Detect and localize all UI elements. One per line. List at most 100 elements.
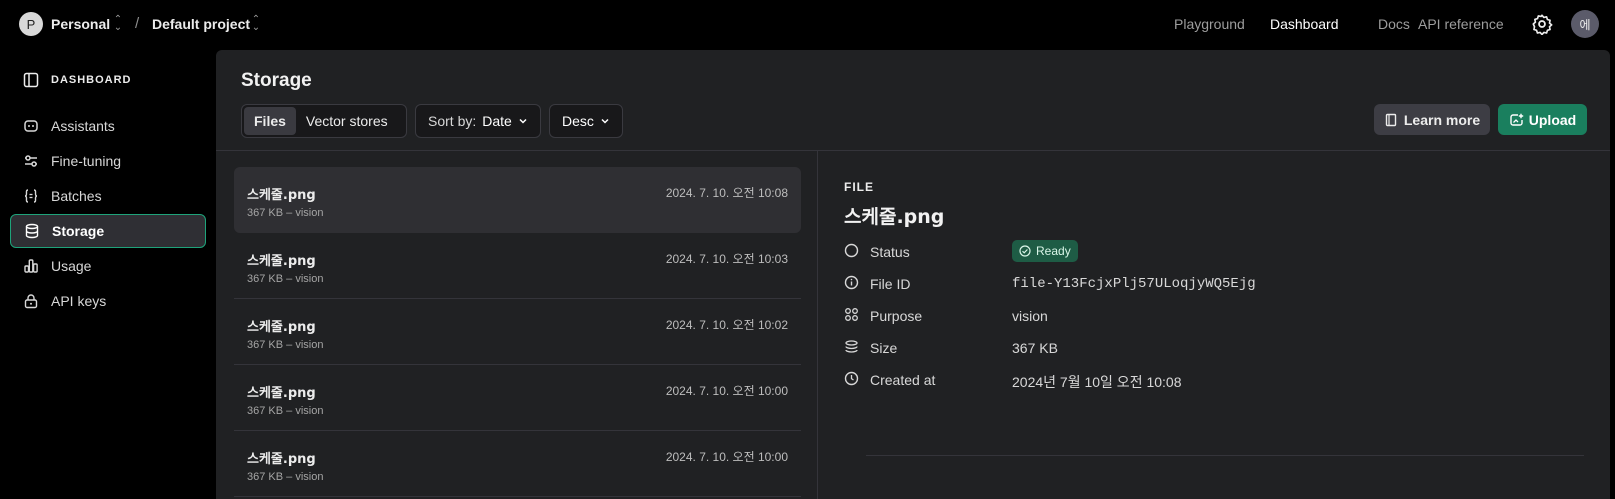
file-date: 2024. 7. 10. 오전 10:08 xyxy=(665,186,788,200)
chevron-updown-icon[interactable]: ⌃ ⌄ xyxy=(113,15,123,33)
gear-icon[interactable] xyxy=(1531,13,1553,35)
learn-more-button[interactable]: Learn more xyxy=(1374,104,1490,135)
bar-chart-icon xyxy=(24,259,38,273)
sidebar-item-batches[interactable]: Batches xyxy=(10,179,206,213)
sidebar-item-label: API keys xyxy=(51,293,107,309)
order-dropdown[interactable]: Desc xyxy=(549,104,623,138)
file-meta: 367 KB – vision xyxy=(247,471,324,483)
file-meta: 367 KB – vision xyxy=(247,207,324,219)
file-date: 2024. 7. 10. 오전 10:00 xyxy=(665,384,788,398)
grid-icon xyxy=(845,308,858,321)
purpose-value: vision xyxy=(1012,308,1048,324)
stack-icon xyxy=(845,340,858,353)
top-bar: P Personal ⌃ ⌄ / Default project ⌃ ⌄ Playg… xyxy=(0,0,1615,48)
file-id-value[interactable]: file-Y13FcjxPlj57ULoqjyWQ5Ejg xyxy=(1012,276,1256,292)
lock-icon xyxy=(24,294,38,309)
tab-files[interactable]: Files xyxy=(244,107,296,135)
file-date: 2024. 7. 10. 오전 10:03 xyxy=(665,252,788,266)
file-meta: 367 KB – vision xyxy=(247,405,324,417)
file-date: 2024. 7. 10. 오전 10:02 xyxy=(665,318,788,332)
file-meta: 367 KB – vision xyxy=(247,339,324,351)
org-switcher[interactable]: Personal xyxy=(51,16,110,32)
file-row[interactable]: 스케줄.png 367 KB – vision 2024. 7. 10. 오전 … xyxy=(234,233,801,299)
info-icon xyxy=(844,275,859,290)
file-row[interactable]: 스케줄.png 367 KB – vision 2024. 7. 10. 오전 … xyxy=(234,167,801,233)
divider xyxy=(866,455,1584,456)
book-icon xyxy=(1385,113,1397,126)
purpose-row: Purpose vision xyxy=(844,300,1584,332)
file-id-row: File ID file-Y13FcjxPlj57ULoqjyWQ5Ejg xyxy=(844,268,1584,300)
storage-panel: Storage Files Vector stores Sort by: Dat… xyxy=(216,50,1610,499)
sort-value: Date xyxy=(482,113,512,129)
sort-dropdown[interactable]: Sort by: Date xyxy=(415,104,541,138)
sidebar-toggle-icon[interactable] xyxy=(23,72,39,88)
detail-title: 스케줄.png xyxy=(844,206,945,228)
file-name: 스케줄.png xyxy=(247,386,316,401)
created-value: 2024년 7월 10일 오전 10:08 xyxy=(1012,374,1182,390)
sidebar-item-api-keys[interactable]: API keys xyxy=(10,284,206,318)
file-name: 스케줄.png xyxy=(247,452,316,467)
size-value: 367 KB xyxy=(1012,340,1058,356)
sidebar-item-label: Assistants xyxy=(51,118,115,134)
purpose-label: Purpose xyxy=(870,308,923,324)
sidebar-item-fine-tuning[interactable]: Fine-tuning xyxy=(10,144,206,178)
sidebar: DASHBOARD Assistants Fine-tuning Batches… xyxy=(0,48,216,499)
created-row: Created at 2024년 7월 10일 오전 10:08 xyxy=(844,364,1584,396)
project-switcher[interactable]: Default project xyxy=(152,16,250,32)
user-avatar[interactable]: 에 xyxy=(1571,10,1599,38)
upload-icon xyxy=(1510,113,1523,126)
file-name: 스케줄.png xyxy=(247,188,316,203)
file-name: 스케줄.png xyxy=(247,320,316,335)
breadcrumb-separator: / xyxy=(135,15,140,32)
file-row[interactable]: 스케줄.png 367 KB – vision 2024. 7. 10. 오전 … xyxy=(234,365,801,431)
sidebar-item-label: Batches xyxy=(51,188,102,204)
created-label: Created at xyxy=(870,372,936,388)
file-id-label: File ID xyxy=(870,276,911,292)
detail-kicker: FILE xyxy=(844,180,874,194)
file-name: 스케줄.png xyxy=(247,254,316,269)
order-value: Desc xyxy=(562,113,594,129)
org-avatar[interactable]: P xyxy=(19,12,43,36)
file-meta: 367 KB – vision xyxy=(247,273,324,285)
check-circle-icon xyxy=(1019,245,1031,257)
chevron-updown-icon[interactable]: ⌃ ⌄ xyxy=(251,15,261,33)
divider xyxy=(817,151,818,499)
clock-icon xyxy=(844,371,859,386)
storage-tabs: Files Vector stores xyxy=(241,104,407,138)
size-row: Size 367 KB xyxy=(844,332,1584,364)
status-label: Status xyxy=(870,244,910,260)
nav-playground[interactable]: Playground xyxy=(1174,16,1245,32)
file-detail: FILE 스케줄.png Status Ready File ID file-Y… xyxy=(844,180,1584,456)
nav-api-reference[interactable]: API reference xyxy=(1418,16,1504,32)
divider xyxy=(216,150,1610,151)
file-row[interactable]: 스케줄.png 367 KB – vision 2024. 7. 10. 오전 … xyxy=(234,299,801,365)
status-row: Status Ready xyxy=(844,236,1584,268)
sidebar-item-usage[interactable]: Usage xyxy=(10,249,206,283)
chevron-down-icon xyxy=(519,118,527,124)
braces-icon xyxy=(24,189,38,203)
sidebar-header: DASHBOARD xyxy=(23,72,132,88)
file-list: 스케줄.png 367 KB – vision 2024. 7. 10. 오전 … xyxy=(234,167,801,497)
file-row[interactable]: 스케줄.png 367 KB – vision 2024. 7. 10. 오전 … xyxy=(234,431,801,497)
nav-docs[interactable]: Docs xyxy=(1378,16,1410,32)
size-label: Size xyxy=(870,340,898,356)
sliders-icon xyxy=(25,155,37,167)
upload-button[interactable]: Upload xyxy=(1498,104,1587,135)
chevron-down-icon xyxy=(601,118,609,124)
nav-dashboard[interactable]: Dashboard xyxy=(1270,16,1339,32)
learn-more-label: Learn more xyxy=(1403,111,1481,128)
sidebar-item-storage[interactable]: Storage xyxy=(10,214,206,248)
sidebar-item-label: Fine-tuning xyxy=(51,153,122,169)
sidebar-item-label: Usage xyxy=(51,258,92,274)
tab-vector-stores[interactable]: Vector stores xyxy=(296,107,398,135)
status-value: Ready xyxy=(1036,244,1071,258)
robot-icon xyxy=(24,120,38,132)
database-icon xyxy=(25,223,39,239)
detail-fields: Status Ready File ID file-Y13FcjxPlj57UL… xyxy=(844,236,1584,396)
circle-icon xyxy=(844,243,859,258)
sidebar-title: DASHBOARD xyxy=(51,74,132,86)
page-title: Storage xyxy=(241,70,312,91)
sort-prefix: Sort by: xyxy=(428,113,477,129)
sidebar-item-label: Storage xyxy=(52,223,105,239)
sidebar-item-assistants[interactable]: Assistants xyxy=(10,109,206,143)
